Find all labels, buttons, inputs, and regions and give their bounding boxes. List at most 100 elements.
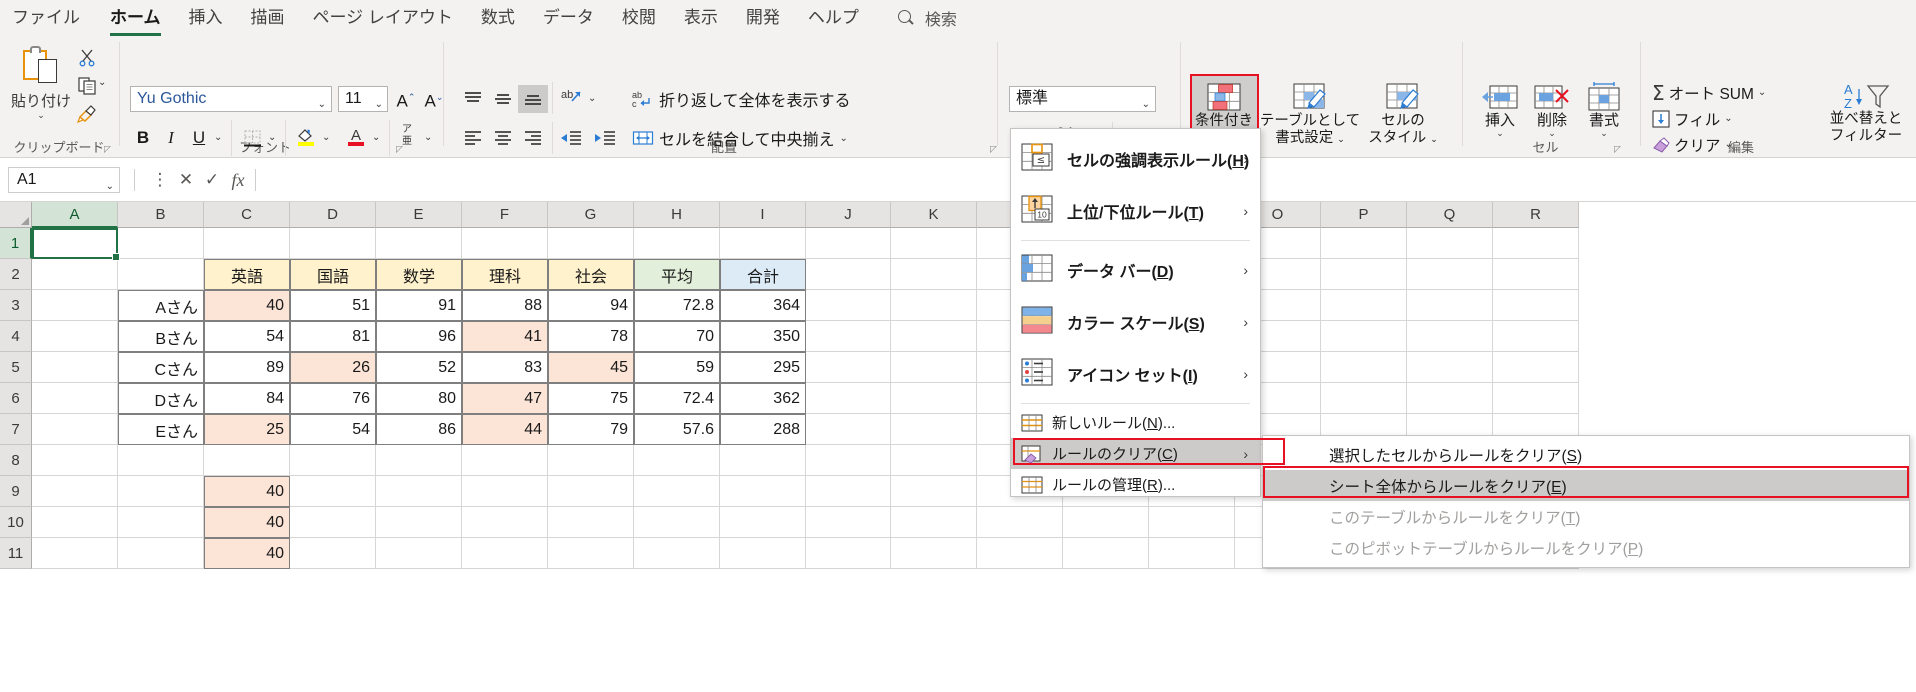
tab-formulas[interactable]: 数式: [467, 0, 529, 36]
chevron-down-icon[interactable]: ⌄: [372, 132, 380, 143]
tab-home[interactable]: ホーム: [96, 0, 175, 36]
cell-H4[interactable]: 70: [634, 321, 720, 352]
cell-H8[interactable]: [634, 445, 720, 476]
enter-icon[interactable]: ✓: [199, 167, 225, 193]
cell-E1[interactable]: [376, 228, 462, 259]
search-box[interactable]: 検索: [897, 6, 957, 30]
cell-B5[interactable]: Cさん: [118, 352, 204, 383]
cell-C11[interactable]: 40: [204, 538, 290, 569]
cell-A4[interactable]: [32, 321, 118, 352]
chevron-down-icon[interactable]: ⌄: [1142, 93, 1150, 117]
cell-N11[interactable]: [1149, 538, 1235, 569]
cell-G8[interactable]: [548, 445, 634, 476]
column-header-K[interactable]: K: [891, 202, 977, 228]
tab-data[interactable]: データ: [529, 0, 608, 36]
cell-B4[interactable]: Bさん: [118, 321, 204, 352]
cell-I3[interactable]: 364: [720, 290, 806, 321]
column-header-B[interactable]: B: [118, 202, 204, 228]
chevron-down-icon[interactable]: ⌄: [322, 132, 330, 143]
chevron-down-icon[interactable]: ⌄: [1725, 139, 1733, 150]
cell-J7[interactable]: [806, 414, 891, 445]
cell-K6[interactable]: [891, 383, 977, 414]
cell-D11[interactable]: [290, 538, 376, 569]
font-name-input[interactable]: Yu Gothic ⌄: [130, 86, 332, 112]
cell-R4[interactable]: [1493, 321, 1579, 352]
cell-H3[interactable]: 72.8: [634, 290, 720, 321]
cell-P1[interactable]: [1321, 228, 1407, 259]
cell-G10[interactable]: [548, 507, 634, 538]
cell-Q5[interactable]: [1407, 352, 1493, 383]
row-header-7[interactable]: 7: [0, 414, 32, 445]
cell-D1[interactable]: [290, 228, 376, 259]
format-cells-button[interactable]: 書式 ⌄: [1579, 76, 1629, 154]
tab-help[interactable]: ヘルプ: [794, 0, 873, 36]
cell-J10[interactable]: [806, 507, 891, 538]
column-header-A[interactable]: A: [32, 202, 118, 228]
cell-A2[interactable]: [32, 259, 118, 290]
cell-C5[interactable]: 89: [204, 352, 290, 383]
increase-indent-button[interactable]: [590, 124, 620, 152]
tab-page-layout[interactable]: ページ レイアウト: [299, 0, 467, 36]
row-header-9[interactable]: 9: [0, 476, 32, 507]
cell-Q3[interactable]: [1407, 290, 1493, 321]
row-header-11[interactable]: 11: [0, 538, 32, 569]
cell-A1[interactable]: [32, 228, 118, 259]
cell-I9[interactable]: [720, 476, 806, 507]
cell-P5[interactable]: [1321, 352, 1407, 383]
row-header-8[interactable]: 8: [0, 445, 32, 476]
cell-H9[interactable]: [634, 476, 720, 507]
cell-C7[interactable]: 25: [204, 414, 290, 445]
cell-B6[interactable]: Dさん: [118, 383, 204, 414]
cell-L11[interactable]: [977, 538, 1063, 569]
cut-button[interactable]: [74, 44, 100, 70]
cell-E7[interactable]: 86: [376, 414, 462, 445]
decrease-indent-button[interactable]: [556, 124, 586, 152]
row-header-1[interactable]: 1: [0, 228, 32, 259]
cell-G1[interactable]: [548, 228, 634, 259]
cell-J8[interactable]: [806, 445, 891, 476]
chevron-down-icon[interactable]: ⌄: [1758, 87, 1766, 98]
insert-cells-button[interactable]: 挿入 ⌄: [1475, 76, 1525, 154]
tab-file[interactable]: ファイル: [0, 0, 96, 36]
cell-K8[interactable]: [891, 445, 977, 476]
cell-I6[interactable]: 362: [720, 383, 806, 414]
chevron-down-icon[interactable]: ⌄: [318, 93, 326, 117]
cell-A5[interactable]: [32, 352, 118, 383]
format-painter-button[interactable]: [74, 100, 100, 126]
cell-J5[interactable]: [806, 352, 891, 383]
cell-J6[interactable]: [806, 383, 891, 414]
align-center-button[interactable]: [488, 124, 518, 152]
sort-filter-button[interactable]: A Z 並べ替えと フィルター: [1820, 76, 1912, 154]
submenu-item[interactable]: 選択したセルからルールをクリア(S): [1263, 439, 1909, 470]
header-cell-E2[interactable]: 数学: [376, 259, 462, 290]
cell-C9[interactable]: 40: [204, 476, 290, 507]
cell-G5[interactable]: 45: [548, 352, 634, 383]
cell-J9[interactable]: [806, 476, 891, 507]
column-header-C[interactable]: C: [204, 202, 290, 228]
cell-Q4[interactable]: [1407, 321, 1493, 352]
chevron-down-icon[interactable]: ⌄: [98, 77, 106, 88]
header-cell-G2[interactable]: 社会: [548, 259, 634, 290]
phonetic-guide-button[interactable]: ア 亜: [394, 120, 420, 148]
cell-C1[interactable]: [204, 228, 290, 259]
clear-button[interactable]: クリア ⌄: [1652, 132, 1733, 157]
cell-B10[interactable]: [118, 507, 204, 538]
cell-E3[interactable]: 91: [376, 290, 462, 321]
column-header-E[interactable]: E: [376, 202, 462, 228]
autosum-button[interactable]: Σ オート SUM ⌄: [1652, 80, 1766, 105]
delete-cells-button[interactable]: 削除 ⌄: [1527, 76, 1577, 154]
cell-F7[interactable]: 44: [462, 414, 548, 445]
column-header-H[interactable]: H: [634, 202, 720, 228]
column-header-Q[interactable]: Q: [1407, 202, 1493, 228]
fill-color-button[interactable]: [292, 122, 320, 150]
submenu-item[interactable]: シート全体からルールをクリア(E): [1263, 470, 1909, 501]
cell-Q2[interactable]: [1407, 259, 1493, 290]
cell-D10[interactable]: [290, 507, 376, 538]
number-format-select[interactable]: 標準 ⌄: [1009, 86, 1156, 112]
chevron-down-icon[interactable]: ⌄: [424, 132, 432, 143]
text-orientation-button[interactable]: ab: [556, 84, 586, 112]
cell-J3[interactable]: [806, 290, 891, 321]
cell-J4[interactable]: [806, 321, 891, 352]
cell-J1[interactable]: [806, 228, 891, 259]
row-header-2[interactable]: 2: [0, 259, 32, 290]
